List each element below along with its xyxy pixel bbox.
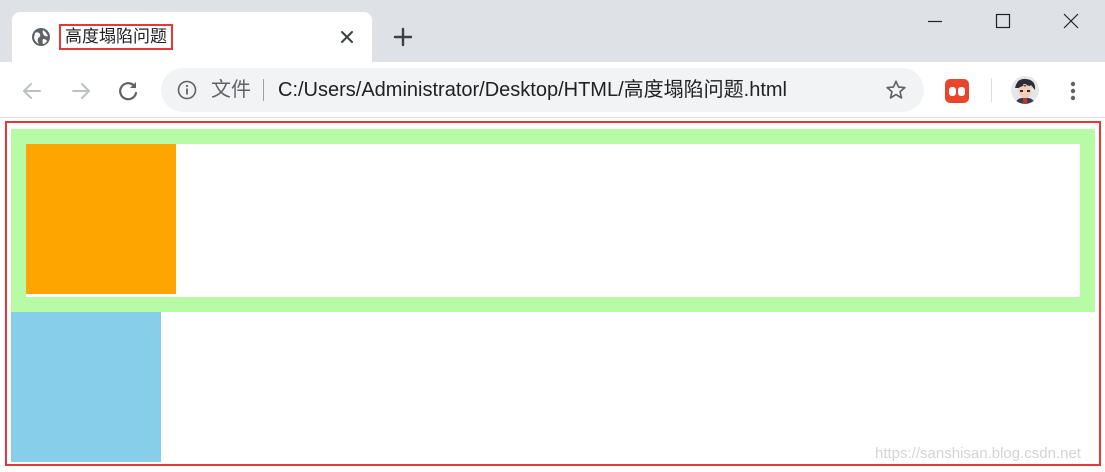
- maximize-icon[interactable]: [986, 6, 1020, 36]
- toolbar-divider: [991, 78, 992, 102]
- tab-strip: 高度塌陷问题: [0, 0, 1105, 62]
- extension-icon[interactable]: [945, 79, 969, 103]
- extension-dot: [958, 87, 965, 96]
- reload-icon[interactable]: [115, 78, 141, 104]
- security-label: 文件: [211, 79, 251, 101]
- browser-tab[interactable]: 高度塌陷问题: [12, 12, 372, 62]
- tab-title: 高度塌陷问题: [59, 24, 173, 50]
- extension-dot: [949, 87, 956, 96]
- star-icon[interactable]: [885, 79, 907, 101]
- page-viewport: https://sanshisan.blog.csdn.net: [5, 121, 1101, 466]
- avatar[interactable]: [1011, 76, 1039, 104]
- more-vert-icon[interactable]: [1062, 79, 1084, 103]
- url-text[interactable]: C:/Users/Administrator/Desktop/HTML/高度塌陷…: [278, 78, 787, 102]
- close-icon[interactable]: [337, 27, 357, 47]
- url-divider: [263, 79, 264, 101]
- floated-child-box: [26, 144, 176, 294]
- minimize-icon[interactable]: [918, 6, 952, 36]
- browser-toolbar: 文件 C:/Users/Administrator/Desktop/HTML/高…: [0, 62, 1105, 118]
- back-arrow-icon[interactable]: [19, 78, 45, 104]
- plus-icon[interactable]: [390, 24, 416, 50]
- window-close-icon[interactable]: [1054, 6, 1088, 36]
- parent-box: [11, 129, 1095, 312]
- info-icon[interactable]: [177, 80, 197, 100]
- forward-arrow-icon[interactable]: [68, 78, 94, 104]
- watermark: https://sanshisan.blog.csdn.net: [875, 445, 1081, 462]
- sibling-box: [11, 312, 161, 462]
- globe-icon: [32, 28, 50, 46]
- address-bar[interactable]: 文件 C:/Users/Administrator/Desktop/HTML/高…: [161, 68, 924, 112]
